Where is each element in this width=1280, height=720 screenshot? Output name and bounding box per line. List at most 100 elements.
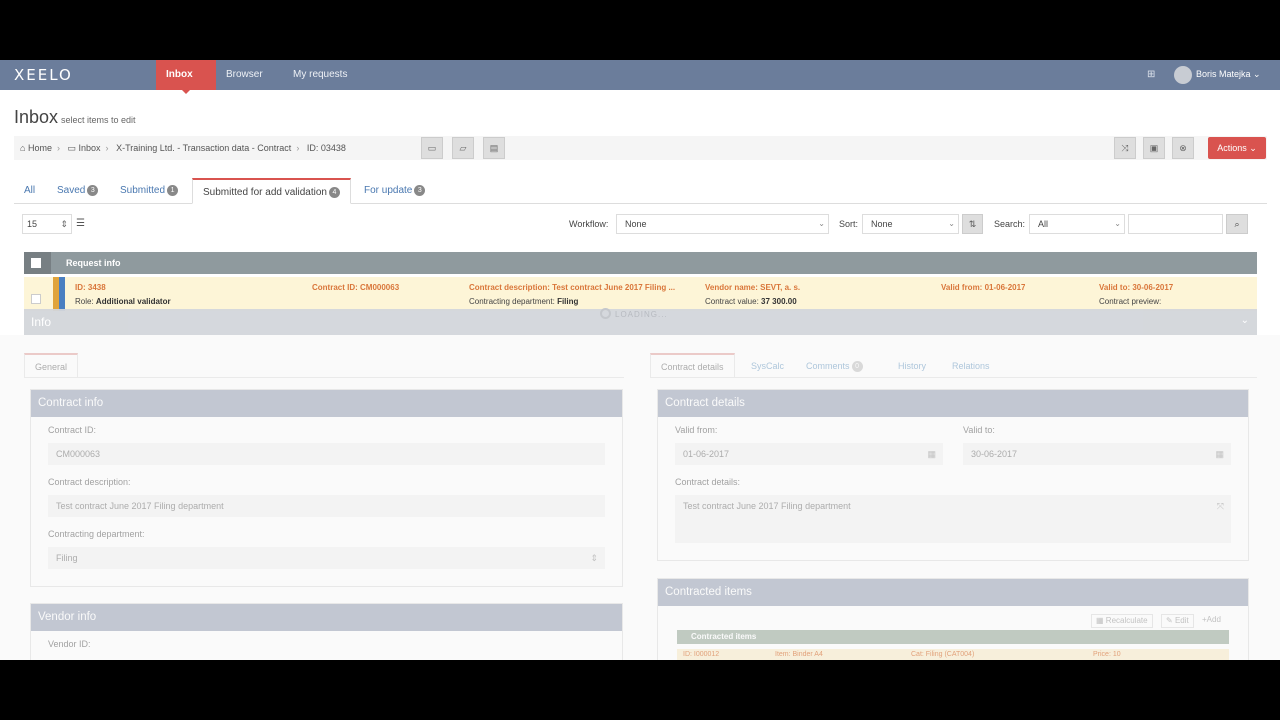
tab-label: Submitted for add validation (203, 187, 327, 198)
search-input[interactable] (1128, 214, 1223, 234)
sort-direction-button[interactable]: ⇅ (962, 214, 983, 234)
page-size-value: 15 (27, 219, 38, 229)
sort-order-icon: ⇅ (968, 219, 977, 229)
laptop-button[interactable]: ▱ (452, 137, 474, 159)
tab-label: All (24, 185, 36, 196)
save-icon: ▣ (1149, 143, 1159, 153)
page-size-select[interactable]: 15 ⇕ (22, 214, 72, 234)
nav-inbox-label: Inbox (166, 69, 193, 80)
actions-button[interactable]: Actions ⌄ (1208, 137, 1266, 159)
breadcrumb-inbox[interactable]: Inbox (79, 143, 101, 153)
chevron-down-icon: ⌄ (948, 219, 955, 228)
page-title: Inbox (14, 107, 59, 127)
table-row[interactable]: ID: 3438 Role: Additional validator Cont… (24, 277, 1257, 311)
avatar[interactable] (1174, 66, 1192, 84)
table-header-label: Request info (66, 258, 121, 268)
row-role-label: Role: (75, 297, 94, 306)
row-contract-value-value: 37 300.00 (761, 297, 797, 306)
save-button[interactable]: ▣ (1143, 137, 1165, 159)
row-contract-id: Contract ID: CM000063 (312, 283, 400, 292)
tab-label: Saved (57, 185, 86, 196)
row-checkbox[interactable] (31, 294, 41, 304)
tab-count-badge: 3 (414, 185, 426, 196)
row-department-label: Contracting department: (469, 297, 555, 306)
actions-label: Actions (1217, 143, 1247, 153)
tab-submitted-for-add-validation[interactable]: Submitted for add validation 4 (192, 178, 351, 204)
top-navbar: XEELO Inbox Browser My requests ⊞ Boris … (0, 60, 1280, 94)
archive-icon: ▤ (489, 143, 499, 153)
workflow-value: None (625, 219, 647, 229)
breadcrumb-entity[interactable]: X-Training Ltd. - Transaction data - Con… (116, 143, 291, 153)
tab-for-update[interactable]: For update 3 (354, 178, 435, 204)
close-circle-icon: ⊗ (1179, 143, 1187, 153)
home-icon: ⌂ (20, 143, 26, 153)
archive-button[interactable]: ▤ (483, 137, 505, 159)
breadcrumb-separator-icon: › (296, 143, 300, 153)
select-all-cell (24, 252, 51, 274)
list-view-icon[interactable]: ☰ (76, 218, 85, 229)
nav-my-requests[interactable]: My requests (283, 60, 357, 90)
workflow-select[interactable]: None ⌄ (616, 214, 829, 234)
sort-value: None (871, 219, 893, 229)
tab-count-badge: 4 (328, 187, 340, 198)
tab-submitted[interactable]: Submitted 1 (110, 178, 188, 204)
shuffle-icon: ⤨ (1121, 143, 1129, 153)
nav-active-caret-icon (182, 90, 190, 94)
row-role-value: Additional validator (95, 297, 171, 306)
tab-all[interactable]: All (14, 178, 45, 204)
app-screen: XEELO Inbox Browser My requests ⊞ Boris … (0, 60, 1280, 660)
grid-icon[interactable]: ⊞ (1147, 69, 1155, 80)
tab-count-badge: 1 (167, 185, 179, 196)
chevron-down-icon: ⌄ (1253, 69, 1261, 79)
user-menu[interactable]: Boris Matejka ⌄ (1196, 69, 1261, 80)
breadcrumb-id: ID: 03438 (306, 143, 346, 153)
inbox-icon: ▭ (67, 143, 76, 153)
search-icon: ⌕ (1234, 219, 1240, 229)
row-valid-from: Valid from: 01-06-2017 (941, 283, 1026, 292)
user-name: Boris Matejka (1196, 69, 1251, 79)
search-scope-select[interactable]: All ⌄ (1029, 214, 1125, 234)
spinner-icon (600, 308, 611, 319)
select-all-checkbox[interactable] (31, 258, 41, 268)
row-department: Contracting department: Filing (469, 297, 578, 306)
sort-select[interactable]: None ⌄ (862, 214, 959, 234)
table-header: Request info (24, 252, 1257, 274)
row-valid-to: Valid to: 30-06-2017 (1099, 283, 1174, 292)
nav-inbox[interactable]: Inbox (156, 60, 216, 94)
shuffle-button[interactable]: ⤨ (1114, 137, 1136, 159)
loading-text: LOADING... (615, 310, 668, 319)
search-label: Search: (994, 219, 1026, 229)
loading-overlay (0, 335, 1280, 660)
workflow-label: Workflow: (569, 219, 609, 229)
tab-label: Submitted (120, 185, 166, 196)
chevron-down-icon: ⌄ (1114, 219, 1121, 228)
cancel-button[interactable]: ⊗ (1172, 137, 1194, 159)
row-id: ID: 3438 (75, 283, 106, 292)
breadcrumb-bar: ⌂ Home › ▭ Inbox › X-Training Ltd. - Trans… (14, 136, 1267, 160)
row-preview: Contract preview: (1099, 297, 1162, 306)
breadcrumb-home[interactable]: Home (28, 143, 52, 153)
row-role: Role: Additional validator (75, 297, 171, 306)
chevron-down-icon: ⌄ (1249, 143, 1257, 153)
row-contract-value: Contract value: 37 300.00 (705, 297, 797, 306)
inbox-tray-button[interactable]: ▭ (421, 137, 443, 159)
row-department-value: Filing (557, 297, 579, 306)
tab-saved[interactable]: Saved 3 (47, 178, 108, 204)
breadcrumb-separator-icon: › (56, 143, 60, 153)
row-contract-value-label: Contract value: (705, 297, 759, 306)
breadcrumb-separator-icon: › (105, 143, 109, 153)
inbox-tabs: All Saved 3 Submitted 1 Submitted for add … (14, 178, 1267, 204)
nav-browser[interactable]: Browser (216, 60, 273, 90)
row-type-stripe (59, 277, 65, 311)
stepper-icon: ⇕ (60, 219, 68, 229)
row-vendor: Vendor name: SEVT, a. s. (705, 283, 801, 292)
search-scope-value: All (1038, 219, 1049, 229)
app-logo[interactable]: XEELO (14, 66, 73, 84)
info-title: Info (31, 315, 52, 329)
search-button[interactable]: ⌕ (1226, 214, 1248, 234)
loading-indicator: LOADING... (600, 308, 668, 319)
chevron-down-icon: ⌄ (1240, 315, 1249, 326)
breadcrumb: ⌂ Home › ▭ Inbox › X-Training Ltd. - Trans… (20, 143, 346, 154)
sort-label: Sort: (839, 219, 859, 229)
tab-count-badge: 3 (87, 185, 99, 196)
